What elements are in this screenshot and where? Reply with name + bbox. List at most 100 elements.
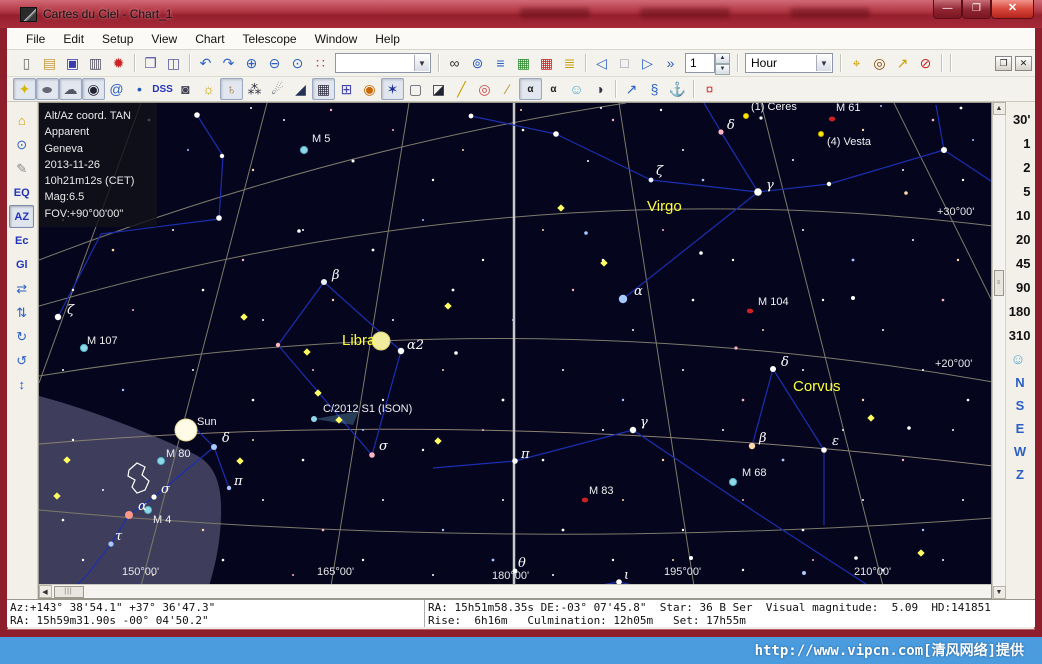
sky-brightness-button[interactable]: ☼ xyxy=(197,78,220,100)
dss-image-button[interactable]: DSS xyxy=(151,78,174,100)
time-stop-button[interactable]: □ xyxy=(613,52,636,74)
star-chart[interactable]: M 5(1) CeresM 61(4) VestaM 104M 107M 80M… xyxy=(39,103,991,584)
ephemeris-calendar-button[interactable]: ▦ xyxy=(535,52,558,74)
fov-45-button[interactable]: 45 xyxy=(1006,251,1035,275)
star-size-button[interactable]: ∷ xyxy=(309,52,332,74)
time-fast-forward-button[interactable]: » xyxy=(659,52,682,74)
show-planetary-nebulae-button[interactable]: ◉ xyxy=(82,78,105,100)
zoom-button[interactable]: ⊙ xyxy=(286,52,309,74)
print-button[interactable]: ▥ xyxy=(84,52,107,74)
show-galaxies-button[interactable]: ● xyxy=(36,78,59,100)
show-galaxy-images-button[interactable]: @ xyxy=(105,78,128,100)
spin-down-icon[interactable]: ▼ xyxy=(715,64,730,75)
rotate-cw-button[interactable]: ↻ xyxy=(9,325,34,348)
fov-10-button[interactable]: 10 xyxy=(1006,203,1035,227)
menu-window[interactable]: Window xyxy=(306,30,367,48)
zoom-out-button[interactable]: ⊖ xyxy=(263,52,286,74)
fov-20-button[interactable]: 20 xyxy=(1006,227,1035,251)
object-filter-button[interactable]: ¤ xyxy=(698,78,721,100)
chart-mode-button[interactable]: ☺ xyxy=(565,78,588,100)
look-w-button[interactable]: W xyxy=(1006,440,1035,463)
show-stars-button[interactable]: ✦ xyxy=(13,78,36,100)
menu-telescope[interactable]: Telescope xyxy=(234,30,306,48)
fov-5-button[interactable]: 5 xyxy=(1006,179,1035,203)
telescope-panel-button[interactable]: ↗ xyxy=(620,78,643,100)
flip-horizontal-button[interactable]: ⇄ xyxy=(9,277,34,300)
fov-310-button[interactable]: 310 xyxy=(1006,323,1035,347)
show-solar-system-button[interactable]: ♄ xyxy=(220,78,243,100)
galactic-coordinates-button[interactable]: Gl xyxy=(9,253,34,276)
menu-chart[interactable]: Chart xyxy=(186,30,233,48)
show-eq-grid-button[interactable]: ⊞ xyxy=(335,78,358,100)
menu-setup[interactable]: Setup xyxy=(93,30,142,48)
night-vision-button[interactable]: ◑ xyxy=(588,78,611,100)
menu-view[interactable]: View xyxy=(142,30,186,48)
look-e-button[interactable]: E xyxy=(1006,417,1035,440)
ecliptic-coordinates-button[interactable]: Ec xyxy=(9,229,34,252)
show-field-circles-button[interactable]: ◎ xyxy=(473,78,496,100)
show-milky-way-button[interactable]: ◢ xyxy=(289,78,312,100)
background-image-button[interactable]: ◙ xyxy=(174,78,197,100)
label-on-click-button[interactable]: α xyxy=(542,78,565,100)
menu-help[interactable]: Help xyxy=(366,30,409,48)
chain-chart-button[interactable]: § xyxy=(643,78,666,100)
close-button[interactable]: ✕ xyxy=(991,0,1034,19)
advanced-search-button[interactable]: ⊚ xyxy=(466,52,489,74)
show-labels-button[interactable]: α xyxy=(519,78,542,100)
look-s-button[interactable]: S xyxy=(1006,394,1035,417)
scroll-down-arrow[interactable]: ▼ xyxy=(993,586,1006,599)
telescope-slew-button[interactable]: ↗ xyxy=(891,52,914,74)
all-sky-button[interactable]: ☺ xyxy=(1006,347,1035,371)
copy-chart-button[interactable]: ❐ xyxy=(139,52,162,74)
time-step-spinner[interactable]: ▲▼ xyxy=(715,53,730,73)
show-nebulae-button[interactable]: ☁ xyxy=(59,78,82,100)
time-step-input[interactable]: 1 xyxy=(685,53,715,73)
observatory-setup-button[interactable]: ✹ xyxy=(107,52,130,74)
time-play-button[interactable]: ▷ xyxy=(636,52,659,74)
star-limit-button[interactable]: • xyxy=(128,78,151,100)
chevron-down-icon[interactable]: ▼ xyxy=(816,55,831,71)
look-n-button[interactable]: N xyxy=(1006,371,1035,394)
rotate-ccw-button[interactable]: ↺ xyxy=(9,349,34,372)
scroll-left-arrow[interactable]: ◀ xyxy=(39,585,52,598)
time-unit-combobox[interactable]: Hour▼ xyxy=(745,53,833,73)
minimize-button[interactable]: — xyxy=(933,0,962,19)
eq-coordinates-button[interactable]: EQ xyxy=(9,181,34,204)
open-button[interactable]: ▤ xyxy=(38,52,61,74)
pan-vertical-button[interactable]: ↕ xyxy=(9,373,34,396)
zoom-in-button[interactable]: ⊕ xyxy=(240,52,263,74)
close-chart-button[interactable]: ✕ xyxy=(1015,56,1032,71)
time-step-back-button[interactable]: ◁ xyxy=(590,52,613,74)
lock-chart-button[interactable]: ⚓ xyxy=(666,78,689,100)
show-milky-way-fill-button[interactable]: ◪ xyxy=(427,78,450,100)
fov-30min-button[interactable]: 30' xyxy=(1006,107,1035,131)
telescope-config-button[interactable]: ⌖ xyxy=(845,52,868,74)
spin-up-icon[interactable]: ▲ xyxy=(715,53,730,64)
calendar-button[interactable]: ▦ xyxy=(512,52,535,74)
fov-180-button[interactable]: 180 xyxy=(1006,299,1035,323)
show-asteroids-button[interactable]: ⁂ xyxy=(243,78,266,100)
scroll-up-arrow[interactable]: ▲ xyxy=(993,102,1006,115)
titlebar[interactable]: Cartes du Ciel - Chart_1 —❐✕ xyxy=(0,0,1042,28)
new-window-button[interactable]: ◫ xyxy=(162,52,185,74)
show-field-lines-button[interactable]: ╱ xyxy=(450,78,473,100)
redo-button[interactable]: ↷ xyxy=(217,52,240,74)
fov-combobox[interactable]: ▼ xyxy=(335,53,431,73)
distance-measure-button[interactable]: ∕ xyxy=(496,78,519,100)
maximize-button[interactable]: ❐ xyxy=(962,0,991,19)
chart-settings-button[interactable]: ✎ xyxy=(9,157,34,180)
time-button[interactable]: ⊙ xyxy=(9,133,34,156)
horizontal-scroll-thumb[interactable]: ||| xyxy=(54,586,84,598)
restore-chart-button[interactable]: ❐ xyxy=(995,56,1012,71)
look-z-button[interactable]: Z xyxy=(1006,463,1035,486)
flip-vertical-button[interactable]: ⇅ xyxy=(9,301,34,324)
show-constellation-lines-button[interactable]: ✶ xyxy=(381,78,404,100)
vertical-scroll-thumb[interactable]: ≡ xyxy=(994,270,1004,296)
vertical-scrollbar[interactable]: ▲ ≡ ▼ xyxy=(992,102,1005,599)
show-grid-button[interactable]: ▦ xyxy=(312,78,335,100)
object-list-button[interactable]: ≡ xyxy=(489,52,512,74)
az-coordinates-button[interactable]: AZ xyxy=(9,205,34,228)
undo-button[interactable]: ↶ xyxy=(194,52,217,74)
telescope-center-button[interactable]: ◎ xyxy=(868,52,891,74)
menu-edit[interactable]: Edit xyxy=(54,30,93,48)
